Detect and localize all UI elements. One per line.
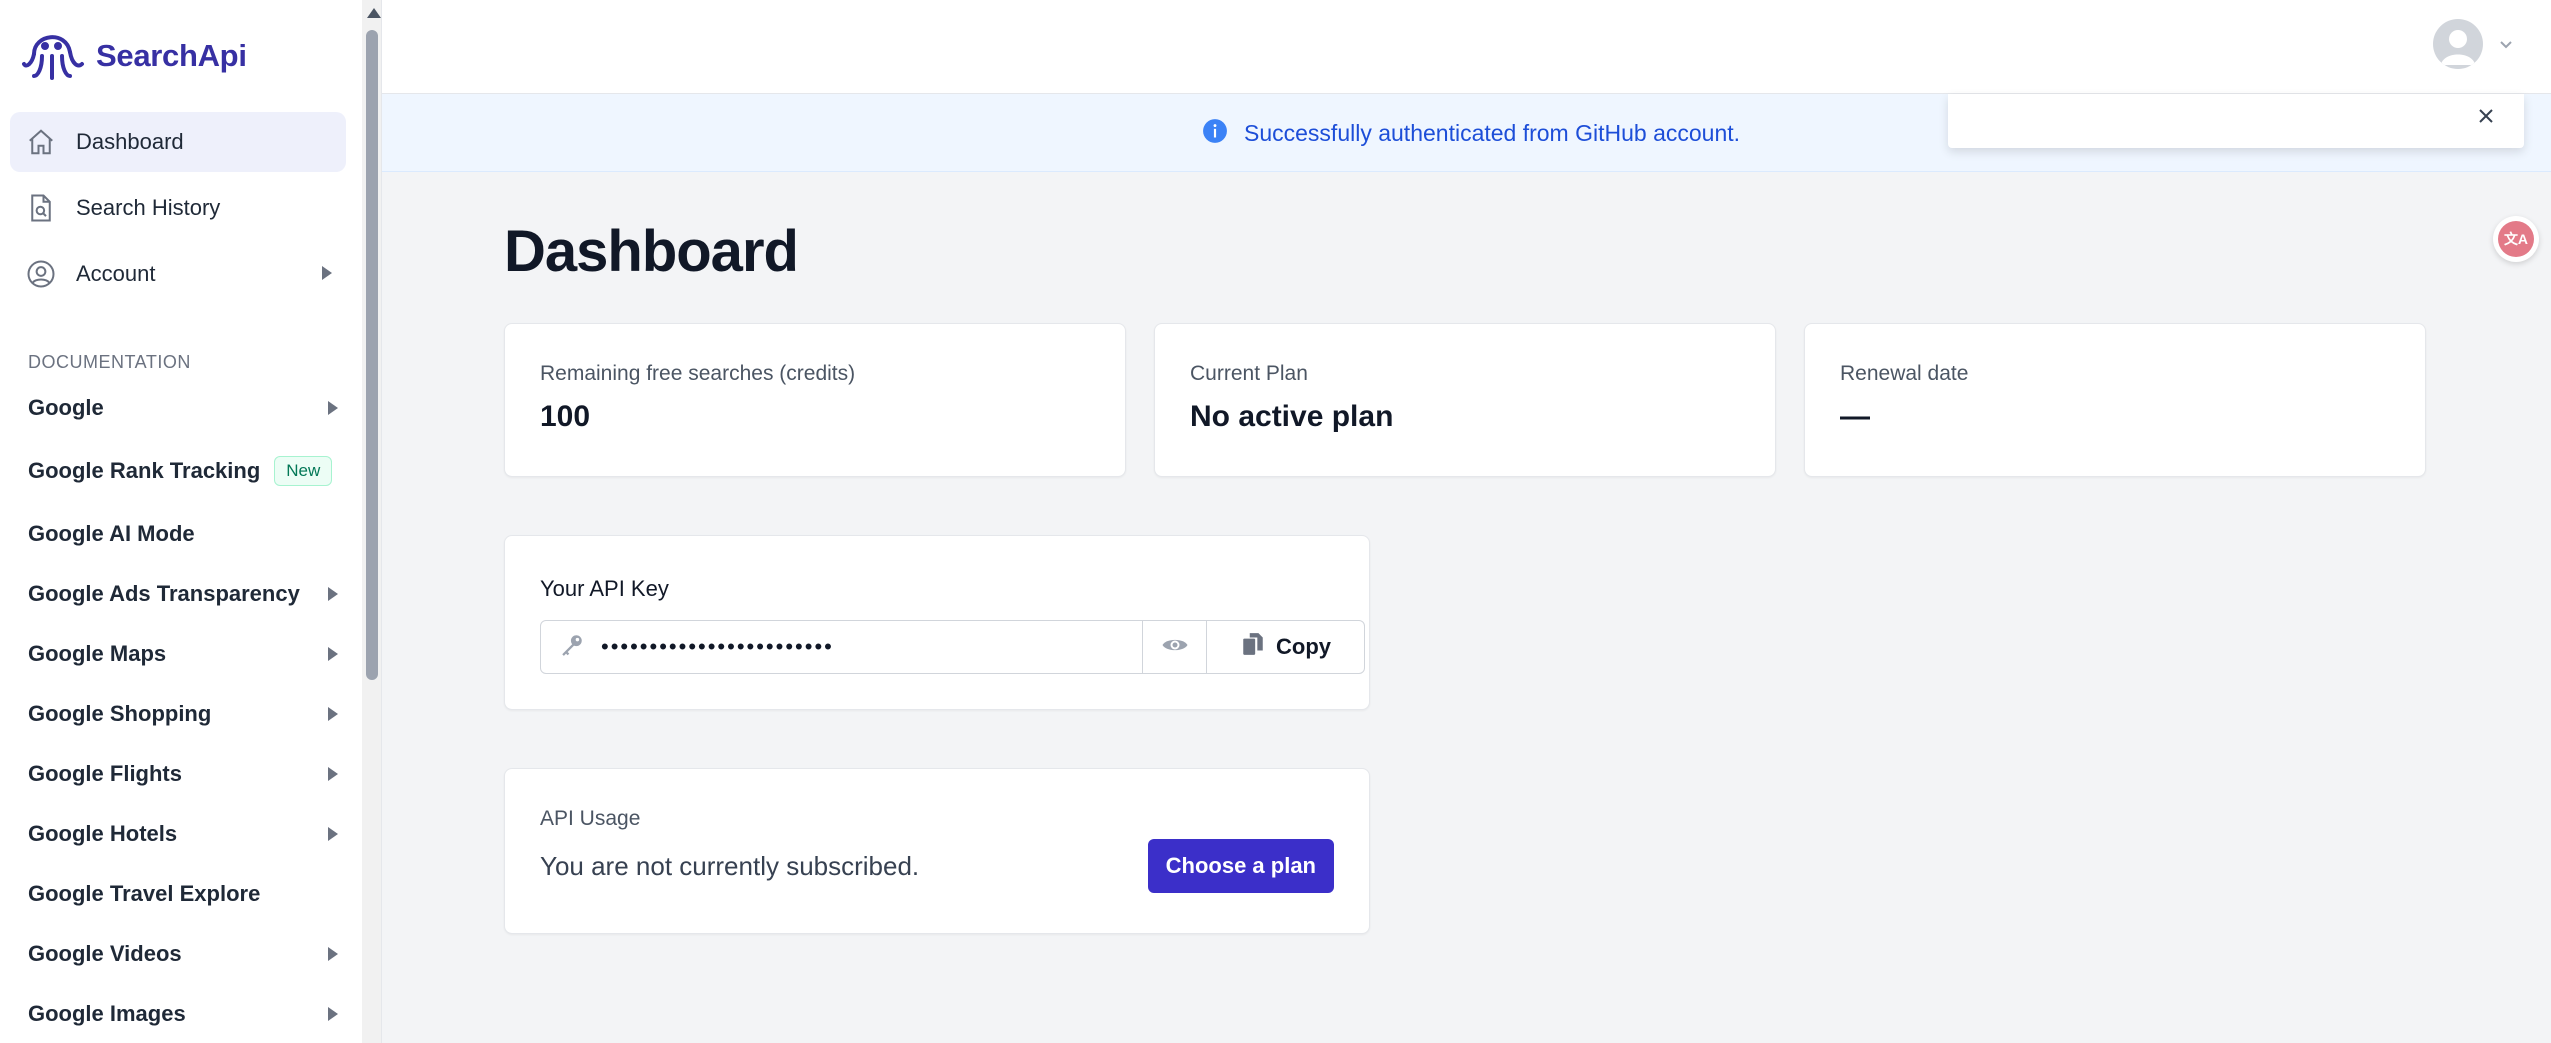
scroll-up-arrow-icon[interactable] (367, 8, 381, 18)
eye-icon (1160, 630, 1190, 665)
stat-label: Renewal date (1840, 362, 1969, 385)
close-icon[interactable] (2474, 104, 2498, 128)
brand-name: SearchApi (96, 37, 247, 73)
doc-item-google-travel-explore[interactable]: Google Travel Explore (28, 874, 338, 914)
doc-item-label: Google Ads Transparency (28, 581, 300, 606)
stat-value: 100 (540, 400, 591, 433)
copy-api-key-button[interactable]: Copy (1207, 621, 1364, 673)
chevron-down-icon[interactable] (2498, 36, 2514, 52)
stat-card-credits: Remaining free searches (credits) 100 (504, 323, 1126, 477)
doc-item-google-images[interactable]: Google Images (28, 994, 338, 1034)
usage-label: API Usage (540, 807, 641, 830)
document-search-icon (24, 191, 58, 225)
sidebar-item-label: Dashboard (76, 129, 184, 154)
choose-plan-button[interactable]: Choose a plan (1147, 839, 1334, 893)
chevron-right-icon (328, 1007, 338, 1021)
alert-message: Successfully authenticated from GitHub a… (1244, 119, 1741, 146)
chevron-right-icon (328, 827, 338, 841)
api-key-value: •••••••••••••••••••••••• (601, 634, 834, 659)
octopus-logo-icon (20, 24, 86, 87)
stat-card-renewal: Renewal date — (1804, 323, 2426, 477)
sidebar-item-account[interactable]: Account (10, 244, 346, 304)
doc-item-label: Google Shopping (28, 701, 212, 726)
page-title: Dashboard (504, 219, 799, 284)
sidebar-item-dashboard[interactable]: Dashboard (10, 112, 346, 172)
translate-widget-button[interactable]: 文A (2493, 216, 2539, 262)
user-circle-icon (24, 257, 58, 291)
doc-item-google-shopping[interactable]: Google Shopping (28, 694, 338, 734)
doc-item-label: Google Travel Explore (28, 881, 261, 906)
doc-item-label: Google Hotels (28, 821, 178, 846)
doc-item-google-maps[interactable]: Google Maps (28, 634, 338, 674)
new-badge: New (274, 456, 333, 486)
stat-label: Current Plan (1190, 362, 1308, 385)
doc-item-google-hotels[interactable]: Google Hotels (28, 814, 338, 854)
sidebar: SearchApi Dashboard Search History Accou… (0, 0, 362, 1043)
api-key-input-group: •••••••••••••••••••••••• Copy (540, 620, 1365, 674)
chevron-right-icon (328, 401, 338, 415)
chevron-right-icon (328, 647, 338, 661)
chevron-right-icon (328, 767, 338, 781)
doc-item-google-flights[interactable]: Google Flights (28, 754, 338, 794)
key-icon (559, 632, 585, 663)
sidebar-item-label: Search History (76, 195, 221, 220)
clipboard-icon (1240, 631, 1266, 663)
toggle-visibility-button[interactable] (1143, 621, 1207, 673)
chevron-right-icon (328, 947, 338, 961)
documentation-heading: DOCUMENTATION (28, 352, 191, 372)
api-usage-card: API Usage You are not currently subscrib… (504, 768, 1370, 934)
api-key-field[interactable]: •••••••••••••••••••••••• (541, 621, 1143, 673)
stat-card-plan: Current Plan No active plan (1154, 323, 1776, 477)
usage-message: You are not currently subscribed. (540, 851, 920, 881)
doc-item-google-rank-tracking[interactable]: Google Rank Tracking New (28, 451, 338, 491)
doc-item-label: Google Images (28, 1001, 186, 1026)
toast-notification (1948, 94, 2524, 148)
api-key-card: Your API Key •••••••••••••••••••••••• Co… (504, 535, 1370, 710)
sidebar-item-search-history[interactable]: Search History (10, 178, 346, 238)
avatar[interactable] (2433, 19, 2483, 69)
stat-value: No active plan (1190, 400, 1394, 433)
scrollbar-thumb[interactable] (366, 30, 378, 680)
chevron-right-icon (328, 707, 338, 721)
doc-item-label: Google Rank Tracking (28, 458, 261, 483)
home-icon (24, 125, 58, 159)
chevron-right-icon (328, 587, 338, 601)
stat-value: — (1840, 400, 1870, 433)
chevron-right-icon (322, 266, 332, 280)
sidebar-item-label: Account (76, 261, 156, 286)
doc-item-google-ai-mode[interactable]: Google AI Mode (28, 514, 338, 554)
logo[interactable]: SearchApi (20, 24, 247, 87)
translate-icon: 文A (2498, 221, 2534, 257)
stat-label: Remaining free searches (credits) (540, 362, 856, 385)
doc-item-google-videos[interactable]: Google Videos (28, 934, 338, 974)
api-key-label: Your API Key (540, 576, 669, 601)
sidebar-scrollbar[interactable] (362, 0, 382, 1043)
doc-item-label: Google Flights (28, 761, 182, 786)
doc-item-google[interactable]: Google (28, 388, 338, 428)
top-bar (382, 0, 2551, 94)
copy-label: Copy (1276, 634, 1331, 659)
doc-item-label: Google Videos (28, 941, 182, 966)
info-icon (1202, 118, 1228, 149)
doc-item-label: Google Maps (28, 641, 167, 666)
doc-item-label: Google (28, 395, 104, 420)
doc-item-label: Google AI Mode (28, 521, 195, 546)
doc-item-google-ads-transparency[interactable]: Google Ads Transparency (28, 574, 338, 614)
